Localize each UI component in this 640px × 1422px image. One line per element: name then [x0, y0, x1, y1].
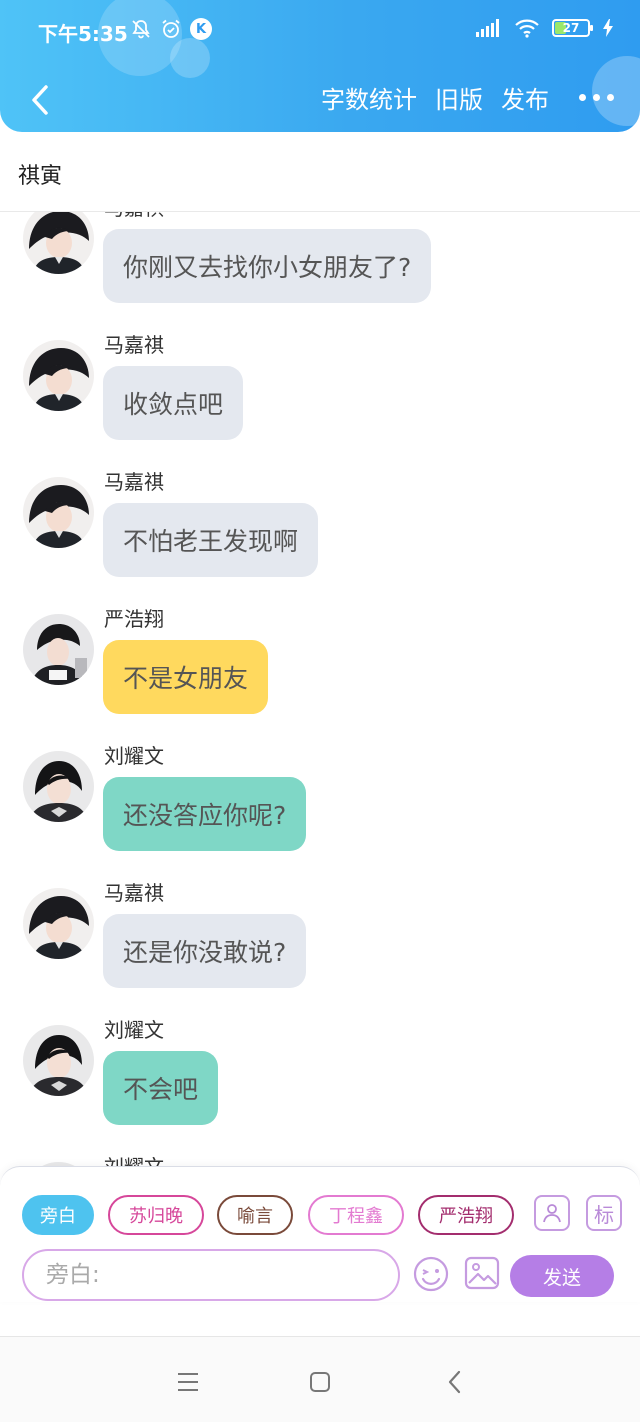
signal-icon: [476, 19, 499, 37]
app-screen: 下午5:35 K 27 字数统计 旧版 发布 祺寅 你刚又去找你小女朋友了? 马…: [0, 0, 640, 1422]
role-chip[interactable]: 喻言: [217, 1195, 293, 1235]
more-dot-icon: [579, 94, 586, 101]
battery-level: 27: [562, 21, 580, 35]
chevron-left-icon: [32, 85, 48, 115]
status-icons-right: 27: [476, 18, 614, 38]
image-icon[interactable]: [464, 1255, 500, 1291]
status-bar: 下午5:35 K 27: [0, 14, 640, 50]
page-title[interactable]: 祺寅: [18, 158, 62, 190]
nav-bar: 字数统计 旧版 发布: [0, 72, 640, 128]
back-button[interactable]: [20, 78, 60, 122]
battery-tip: [590, 25, 593, 31]
role-chip[interactable]: 严浩翔: [418, 1195, 514, 1235]
mark-button[interactable]: 标: [586, 1195, 622, 1231]
chevron-left-icon: [448, 1370, 461, 1394]
sender-name: 严浩翔: [104, 607, 164, 631]
send-button[interactable]: 发送: [510, 1255, 614, 1297]
home-square-icon: [310, 1372, 330, 1392]
word-count-button[interactable]: 字数统计: [321, 80, 417, 115]
avatar[interactable]: [23, 340, 94, 411]
role-chip[interactable]: 旁白: [22, 1195, 94, 1235]
title-row: 祺寅: [0, 132, 640, 212]
sender-name: 马嘉祺: [104, 333, 164, 357]
old-version-button[interactable]: 旧版: [435, 80, 483, 115]
role-selector: 旁白 苏归晚 喻言 丁程鑫 严浩翔 标: [22, 1195, 622, 1235]
person-icon: [543, 1204, 561, 1223]
battery-indicator: 27: [552, 19, 593, 37]
system-nav-bar: [0, 1336, 640, 1422]
chat-list[interactable]: 马嘉祺你刚又去找你小女朋友了?马嘉祺收敛点吧马嘉祺不怕老王发现啊严浩翔不是女朋友…: [0, 212, 640, 1168]
sender-name: 马嘉祺: [104, 881, 164, 905]
chat-message[interactable]: 马嘉祺你刚又去找你小女朋友了?: [0, 212, 640, 333]
chat-message[interactable]: 马嘉祺还是你没敢说?: [0, 881, 640, 1018]
app-header: 下午5:35 K 27 字数统计 旧版 发布: [0, 0, 640, 132]
alarm-icon: [162, 19, 180, 38]
status-icons-left: K: [130, 18, 212, 40]
chat-message[interactable]: 刘耀文 不会吧: [0, 1018, 640, 1155]
sender-name: 马嘉祺: [104, 470, 164, 494]
more-dot-icon: [607, 94, 614, 101]
avatar[interactable]: [23, 614, 94, 685]
wifi-icon: [515, 19, 539, 38]
charging-bolt-icon: [603, 19, 613, 37]
recent-apps-button[interactable]: [173, 1367, 203, 1397]
message-bubble[interactable]: 你刚又去找你小女朋友了?: [103, 229, 432, 303]
bell-off-icon: [132, 20, 150, 39]
sender-name: 刘耀文: [104, 744, 164, 768]
role-chip[interactable]: 苏归晚: [108, 1195, 204, 1235]
nav-actions: 字数统计 旧版 发布: [321, 80, 614, 115]
input-panel: 旁白苏归晚喻言丁程鑫严浩翔 标 发送: [0, 1166, 640, 1302]
status-time: 下午5:35: [38, 22, 128, 46]
publish-button[interactable]: 发布: [501, 80, 549, 115]
message-bubble[interactable]: 收敛点吧: [103, 366, 244, 440]
message-bubble[interactable]: 不是女朋友: [103, 640, 269, 714]
message-bubble[interactable]: 还是你没敢说?: [103, 914, 307, 988]
home-button[interactable]: [305, 1367, 335, 1397]
role-chip[interactable]: 丁程鑫: [308, 1195, 404, 1235]
chat-message[interactable]: 马嘉祺 收敛点吧: [0, 333, 640, 470]
emoji-icon[interactable]: [412, 1255, 450, 1293]
sender-name: 马嘉祺: [104, 212, 164, 221]
avatar[interactable]: [23, 1025, 94, 1096]
more-dot-icon: [593, 94, 600, 101]
message-input[interactable]: [22, 1249, 400, 1301]
system-back-button[interactable]: [440, 1367, 470, 1397]
message-bubble[interactable]: 还没答应你呢?: [103, 777, 307, 851]
avatar[interactable]: [23, 751, 94, 822]
more-menu-button[interactable]: [567, 94, 614, 101]
message-bubble[interactable]: 不会吧: [103, 1051, 219, 1125]
menu-lines-icon: [178, 1373, 198, 1391]
chat-message[interactable]: 刘耀文还没答应你呢?: [0, 744, 640, 881]
chat-message[interactable]: 严浩翔 不是女朋友: [0, 607, 640, 744]
avatar[interactable]: [23, 888, 94, 959]
app-k-badge-icon: K: [190, 18, 212, 40]
avatar[interactable]: [23, 477, 94, 548]
sender-name: 刘耀文: [104, 1018, 164, 1042]
chat-message[interactable]: 马嘉祺不怕老王发现啊: [0, 470, 640, 607]
message-bubble[interactable]: 不怕老王发现啊: [103, 503, 319, 577]
avatar[interactable]: [23, 212, 94, 274]
add-role-button[interactable]: [534, 1195, 570, 1231]
